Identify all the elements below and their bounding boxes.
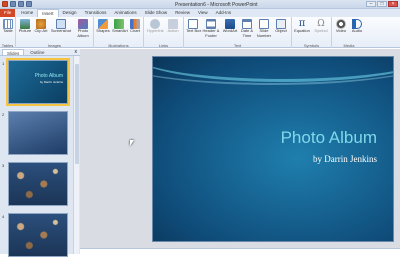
redo-icon[interactable]	[26, 1, 32, 7]
photo-album-button[interactable]: Photo Album	[74, 19, 92, 38]
slide-canvas[interactable]: Photo Album by Darrin Jenkins	[152, 56, 394, 242]
video-button[interactable]: Video	[334, 19, 348, 34]
tab-add-ins[interactable]: Add-Ins	[212, 9, 236, 17]
ribbon: Table Tables Picture Clip Art Screenshot…	[0, 17, 400, 48]
chart-button[interactable]: Chart	[128, 19, 142, 34]
group-illustrations: Shapes SmartArt Chart Illustrations	[94, 17, 144, 48]
group-symbols: π Equation Ω Symbol Symbols	[292, 17, 332, 48]
slide-thumbnail-3[interactable]	[8, 162, 68, 206]
tab-view[interactable]: View	[194, 9, 212, 17]
undo-icon[interactable]	[18, 1, 24, 7]
pane-tabs: Slides Outline x	[0, 49, 80, 56]
powerpoint-logo-icon[interactable]	[2, 1, 8, 7]
close-pane-icon[interactable]: x	[75, 49, 78, 56]
tab-slides[interactable]: Slides	[2, 49, 25, 56]
tab-review[interactable]: Review	[171, 9, 194, 17]
slide-thumbnail-2[interactable]	[8, 111, 68, 155]
picture-button[interactable]: Picture	[18, 19, 32, 34]
mouse-cursor-icon	[130, 140, 134, 146]
quick-access-toolbar	[2, 1, 32, 7]
tab-file[interactable]: File	[0, 9, 16, 17]
tab-transitions[interactable]: Transitions	[81, 9, 111, 17]
group-text: Text Box Header & Footer WordArt Date & …	[184, 17, 292, 48]
screenshot-button[interactable]: Screenshot	[50, 19, 72, 34]
thumbnail-subtitle: by Darrin Jenkins	[39, 80, 63, 84]
action-button[interactable]: Action	[166, 19, 180, 34]
table-button[interactable]: Table	[1, 19, 15, 34]
tab-outline[interactable]: Outline	[26, 49, 48, 55]
text-box-button[interactable]: Text Box	[186, 19, 201, 34]
hyperlink-button[interactable]: Hyperlink	[147, 19, 164, 34]
group-links: Hyperlink Action Links	[144, 17, 184, 48]
thumbnail-scrollbar[interactable]	[73, 56, 79, 254]
date-time-button[interactable]: Date & Time	[240, 19, 254, 38]
slide-thumbnail-4[interactable]	[8, 213, 68, 257]
save-icon[interactable]	[10, 1, 16, 7]
ribbon-tabs: File Home Insert Design Transitions Anim…	[0, 9, 400, 17]
shapes-button[interactable]: Shapes	[96, 19, 110, 34]
symbol-button[interactable]: Ω Symbol	[314, 19, 328, 34]
equation-button[interactable]: π Equation	[294, 19, 310, 34]
decorative-wave	[153, 57, 393, 85]
slide-number-3: 3	[2, 163, 5, 168]
slide-number-2: 2	[2, 112, 5, 117]
window-controls: – □ ×	[366, 1, 398, 7]
slide-number-4: 4	[2, 214, 5, 219]
group-images: Picture Clip Art Screenshot Photo Album …	[16, 17, 94, 48]
object-button[interactable]: Object	[274, 19, 288, 34]
tab-animations[interactable]: Animations	[110, 9, 140, 17]
tab-home[interactable]: Home	[17, 9, 37, 17]
slide-title[interactable]: Photo Album	[281, 128, 377, 148]
tab-insert[interactable]: Insert	[37, 9, 59, 17]
window-title: Presentation6 - Microsoft PowerPoint	[175, 1, 258, 8]
title-bar: Presentation6 - Microsoft PowerPoint – □…	[0, 0, 400, 9]
minimize-button[interactable]: –	[366, 1, 376, 7]
tab-slide-show[interactable]: Slide Show	[141, 9, 172, 17]
close-button[interactable]: ×	[388, 1, 398, 7]
smartart-button[interactable]: SmartArt	[112, 19, 128, 34]
slide-number-button[interactable]: Slide Number	[256, 19, 272, 38]
slide-editor: Photo Album by Darrin Jenkins	[80, 49, 400, 254]
group-tables: Table Tables	[0, 17, 16, 48]
header-footer-button[interactable]: Header & Footer	[202, 19, 220, 38]
tab-design[interactable]: Design	[59, 9, 81, 17]
slide-thumbnail-1[interactable]: Photo Album by Darrin Jenkins	[6, 58, 70, 106]
slide-number-1: 1	[2, 61, 5, 66]
slide-thumbnail-pane: 1 Photo Album by Darrin Jenkins 2 3 4	[0, 56, 80, 257]
slide-subtitle[interactable]: by Darrin Jenkins	[313, 154, 377, 164]
maximize-button[interactable]: □	[377, 1, 387, 7]
clip-art-button[interactable]: Clip Art	[34, 19, 48, 34]
notes-pane[interactable]	[80, 248, 400, 254]
audio-button[interactable]: Audio	[350, 19, 364, 34]
scrollbar-thumb[interactable]	[75, 64, 79, 164]
thumbnail-title: Photo Album	[34, 73, 63, 79]
wordart-button[interactable]: WordArt	[222, 19, 238, 34]
group-media: Video Audio Media	[332, 17, 366, 48]
